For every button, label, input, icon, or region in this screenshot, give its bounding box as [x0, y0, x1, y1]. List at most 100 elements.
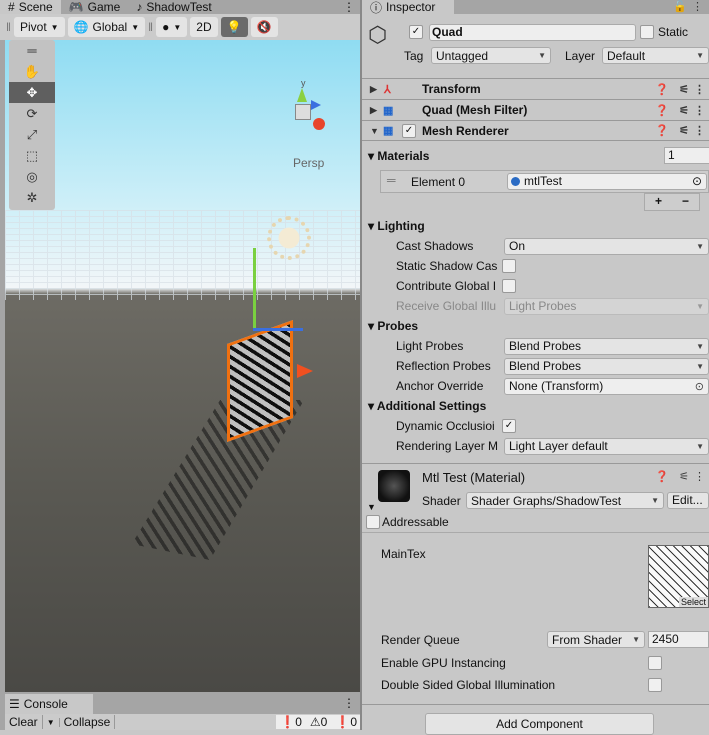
add-component-button[interactable]: Add Component — [425, 713, 654, 735]
audio-toggle[interactable]: 🔇 — [250, 17, 278, 37]
tab-game[interactable]: 🎮 Game — [61, 0, 129, 14]
move-icon: ✥ — [26, 84, 38, 100]
persp-label[interactable]: Persp — [293, 156, 324, 170]
contribute-gi-checkbox[interactable] — [502, 279, 516, 293]
quad-shadow — [126, 400, 304, 560]
more-icon[interactable]: ⋮ — [694, 104, 705, 117]
orientation-gizmo[interactable]: y — [277, 78, 327, 138]
drag-handle[interactable]: ‖ — [148, 20, 153, 34]
cast-shadows-dropdown[interactable]: On ▼ — [504, 237, 709, 255]
collapse-button[interactable]: Collapse — [60, 715, 116, 729]
component-mesh-renderer[interactable]: ▼ ▦ ✓ Mesh Renderer ❓ ⚟ ⋮ — [362, 120, 709, 141]
z-axis-handle[interactable] — [253, 328, 303, 331]
clear-button[interactable]: Clear — [5, 715, 43, 729]
material-foldout-arrow[interactable]: ▼ — [367, 502, 376, 512]
shading-mode-dropdown[interactable]: ● ▼ — [156, 17, 188, 37]
shader-dropdown[interactable]: Shader Graphs/ShadowTest ▼ — [466, 492, 664, 509]
scene-view[interactable]: y Persp — [5, 40, 361, 692]
mesh-renderer-enabled-checkbox[interactable]: ✓ — [402, 124, 416, 138]
settings-icon[interactable]: ⚟ — [679, 83, 689, 96]
scale-tool[interactable]: ⤢ — [9, 124, 55, 145]
component-transform[interactable]: ▶ ⅄ Transform ❓ ⚟ ⋮ — [362, 78, 709, 99]
materials-size-input[interactable]: 1 — [664, 147, 709, 164]
hand-tool[interactable]: ✋ — [9, 61, 55, 82]
tab-scene[interactable]: # Scene — [0, 0, 61, 14]
global-dropdown[interactable]: 🌐 Global ▼ — [67, 17, 146, 37]
tools-palette: ═ ✋ ✥ ⟳ ⤢ ⬚ ◎ ✲ — [9, 40, 55, 210]
error-toggle[interactable]: ❗0 — [331, 715, 361, 729]
more-icon[interactable]: ⋮ — [692, 0, 703, 13]
more-icon[interactable]: ⋮ — [343, 696, 355, 710]
maintex-texture-slot[interactable]: Select — [648, 545, 709, 608]
transform-tool[interactable]: ◎ — [9, 166, 55, 187]
lighting-foldout[interactable]: ▾ Lighting — [368, 219, 425, 233]
clear-options-dropdown[interactable]: ▼ — [43, 717, 60, 727]
reorder-handle[interactable]: ═ — [387, 173, 396, 187]
y-axis-handle[interactable] — [253, 248, 256, 328]
rotate-icon: ⟳ — [26, 105, 38, 121]
help-icon[interactable]: ❓ — [655, 470, 669, 483]
lighting-toggle[interactable]: 💡 — [220, 17, 248, 37]
help-icon[interactable]: ❓ — [655, 124, 669, 137]
2d-toggle[interactable]: 2D — [190, 17, 218, 37]
hash-icon: # — [8, 0, 15, 14]
render-queue-label: Render Queue — [381, 633, 460, 647]
gpu-instancing-checkbox[interactable] — [648, 656, 662, 670]
probes-foldout[interactable]: ▾ Probes — [368, 319, 418, 333]
tab-inspector[interactable]: ⓘ Inspector — [362, 0, 454, 15]
object-name-input[interactable]: Quad — [429, 24, 636, 41]
render-queue-mode-dropdown[interactable]: From Shader ▼ — [547, 631, 645, 648]
settings-icon[interactable]: ⚟ — [679, 470, 689, 483]
rotate-tool[interactable]: ⟳ — [9, 103, 55, 124]
gameobject-cube-icon[interactable]: ⬡ — [368, 22, 387, 48]
texture-select-button[interactable]: Select — [678, 597, 708, 607]
anchor-override-field[interactable]: None (Transform) ⊙ — [504, 377, 709, 395]
more-icon[interactable]: ⋮ — [694, 124, 705, 137]
help-icon[interactable]: ❓ — [655, 104, 669, 117]
x-axis-handle[interactable] — [297, 364, 313, 378]
additional-settings-foldout[interactable]: ▾ Additional Settings — [368, 399, 486, 413]
sun-icon[interactable] — [267, 216, 311, 260]
lock-icon[interactable]: 🔓 — [673, 0, 687, 13]
dynamic-occlusion-checkbox[interactable]: ✓ — [502, 419, 516, 433]
tab-console[interactable]: ☰ Console — [5, 694, 93, 714]
info-toggle[interactable]: ❗0 — [276, 715, 306, 729]
settings-icon[interactable]: ⚟ — [679, 104, 689, 117]
drag-handle[interactable]: ‖ — [6, 20, 11, 34]
rect-tool[interactable]: ⬚ — [9, 145, 55, 166]
double-sided-gi-checkbox[interactable] — [648, 678, 662, 692]
rendering-layer-dropdown[interactable]: Light Layer default ▼ — [504, 437, 709, 455]
add-element-button[interactable]: + — [655, 194, 662, 210]
material-element-row: ═ Element 0 mtlTest ⊙ — [380, 170, 709, 193]
object-picker-icon[interactable]: ⊙ — [692, 174, 702, 188]
tag-dropdown[interactable]: Untagged ▼ — [431, 47, 551, 64]
dynamic-occlusion-label: Dynamic Occlusioi — [396, 419, 495, 433]
light-probes-dropdown[interactable]: Blend Probes ▼ — [504, 337, 709, 355]
render-queue-input[interactable]: 2450 — [648, 631, 709, 648]
reflection-probes-dropdown[interactable]: Blend Probes ▼ — [504, 357, 709, 375]
materials-foldout[interactable]: ▾ Materials — [368, 149, 429, 163]
addressable-checkbox[interactable] — [366, 515, 380, 529]
warning-toggle[interactable]: ⚠0 — [305, 715, 332, 729]
static-shadow-caster-checkbox[interactable] — [502, 259, 516, 273]
custom-tool[interactable]: ✲ — [9, 187, 55, 208]
remove-element-button[interactable]: − — [682, 194, 689, 210]
layer-dropdown[interactable]: Default ▼ — [602, 47, 709, 64]
help-icon[interactable]: ❓ — [655, 83, 669, 96]
move-tool[interactable]: ✥ — [9, 82, 55, 103]
more-icon[interactable]: ⋮ — [343, 0, 361, 14]
more-icon[interactable]: ⋮ — [694, 470, 705, 483]
settings-icon[interactable]: ⚟ — [679, 124, 689, 137]
tab-shadowtest[interactable]: ♪ ShadowTest — [128, 0, 219, 14]
component-mesh-filter[interactable]: ▶ ▦ Quad (Mesh Filter) ❓ ⚟ ⋮ — [362, 99, 709, 120]
static-checkbox[interactable] — [640, 25, 654, 39]
ground-grid — [5, 210, 361, 300]
material-object-field[interactable]: mtlTest ⊙ — [507, 173, 707, 190]
active-checkbox[interactable]: ✓ — [409, 25, 423, 39]
pivot-dropdown[interactable]: Pivot ▼ — [13, 17, 65, 37]
edit-shader-button[interactable]: Edit... — [667, 492, 709, 509]
element-label: Element 0 — [411, 175, 466, 189]
drag-handle[interactable]: ═ — [9, 40, 55, 61]
more-icon[interactable]: ⋮ — [694, 83, 705, 96]
anchor-override-label: Anchor Override — [396, 379, 484, 393]
